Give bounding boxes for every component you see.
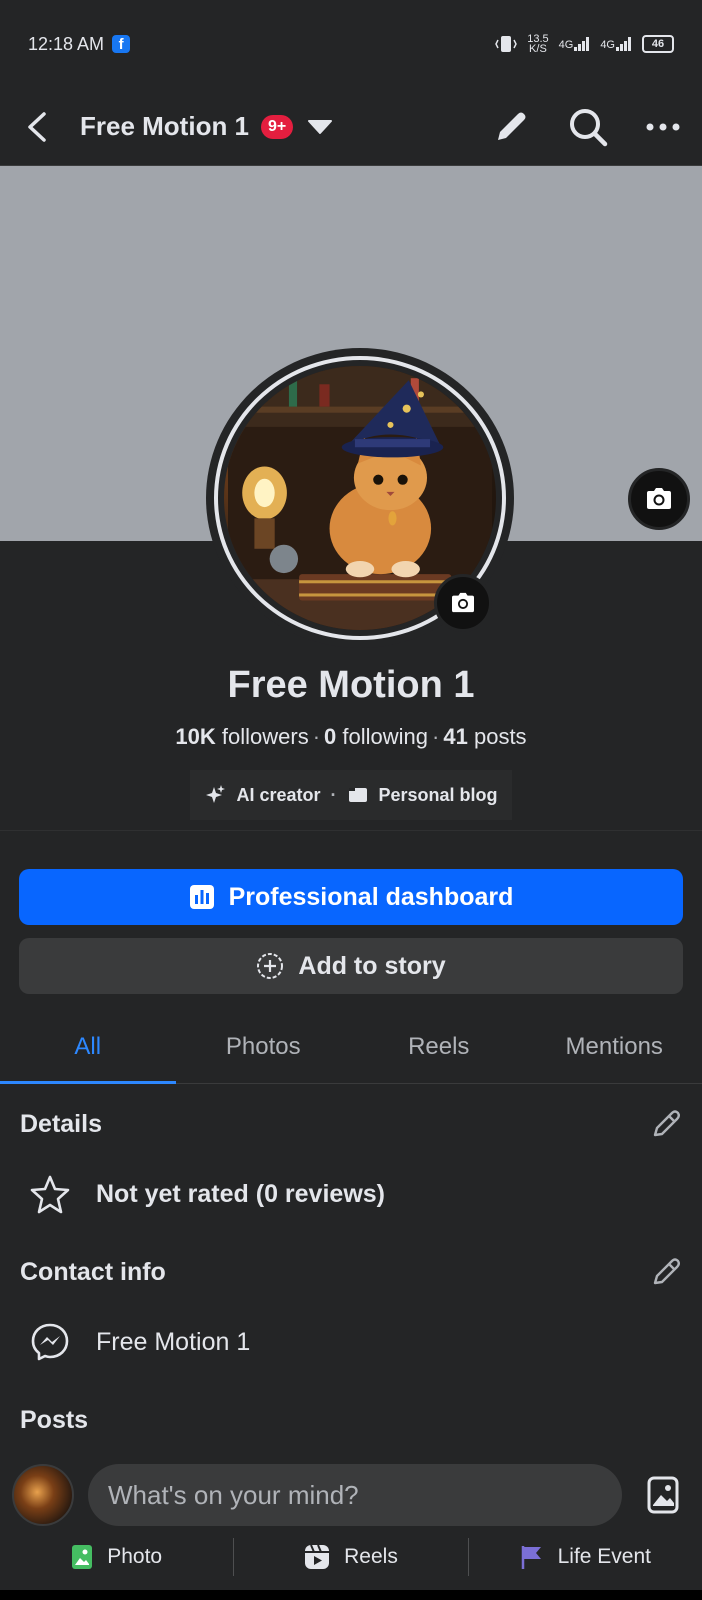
followers-label[interactable]: followers [222,724,309,749]
separator-dot: · [312,724,321,749]
messenger-contact-name: Free Motion 1 [96,1327,251,1356]
top-navigation: Free Motion 1 9+ [0,88,702,166]
posts-count[interactable]: 41 [443,724,467,749]
posts-heading: Posts [20,1406,89,1434]
add-photo-icon[interactable] [646,1475,680,1515]
rating-row[interactable]: Not yet rated (0 reviews) [0,1172,702,1216]
nav-actions [492,107,680,147]
avatar-camera-button[interactable] [434,574,492,632]
posts-label[interactable]: posts [474,724,527,749]
professional-dashboard-label: Professional dashboard [228,882,514,911]
more-options-icon[interactable] [646,122,680,132]
signal-bars-icon [574,37,590,51]
category-personal-blog: Personal blog [378,784,498,805]
photo-action[interactable]: Photo [0,1544,233,1570]
whats-on-your-mind-input[interactable]: What's on your mind? [88,1464,622,1526]
separator-dot: · [432,724,440,749]
reels-action-label: Reels [344,1545,398,1568]
contact-info-heading: Contact info [20,1258,166,1286]
notification-badge: 9+ [261,114,294,139]
search-icon[interactable] [568,107,608,147]
post-action-bar: Photo Reels Life Event [0,1535,702,1579]
network-type-2: 4G [600,39,615,51]
composer-avatar[interactable] [12,1464,74,1526]
sparkle-icon [206,785,226,803]
edit-contact-pencil-icon[interactable] [650,1256,682,1288]
photo-icon [72,1545,93,1569]
system-navigation-bar [0,1590,702,1600]
rating-text: Not yet rated (0 reviews) [96,1179,385,1208]
tab-mentions[interactable]: Mentions [527,1010,702,1083]
dashboard-icon [189,885,214,909]
profile-tabs: All Photos Reels Mentions [0,1010,702,1084]
professional-dashboard-button[interactable]: Professional dashboard [19,869,683,925]
followers-count[interactable]: 10K [175,724,215,749]
add-to-story-button[interactable]: Add to story [19,938,683,994]
chevron-down-icon[interactable] [305,117,335,137]
tab-photos[interactable]: Photos [176,1010,352,1083]
page-title[interactable]: Free Motion 1 [80,111,249,142]
back-arrow-icon[interactable] [22,110,52,144]
post-composer: What's on your mind? [0,1455,702,1535]
battery-icon: 46 [642,35,674,53]
separator-dot: · [330,784,337,805]
category-ai-creator: AI creator [236,784,321,805]
signal-1: 4G [559,37,591,51]
messenger-icon [31,1323,69,1361]
edit-pencil-icon[interactable] [492,108,530,146]
vibrate-icon [495,36,518,52]
cover-camera-button[interactable] [628,468,690,530]
star-icon [30,1175,70,1214]
camera-icon [452,592,474,613]
section-divider [0,830,702,831]
edit-details-pencil-icon[interactable] [650,1108,682,1140]
network-speed: 13.5 K/S [527,33,549,55]
add-circle-icon [257,953,284,979]
signal-2: 4G [600,37,632,51]
life-event-action[interactable]: Life Event [469,1544,702,1570]
messenger-contact-row[interactable]: Free Motion 1 [0,1320,702,1364]
flag-icon [521,1546,541,1569]
status-bar: 12:18 AM f 13.5 K/S 4G 4G 46 [0,0,702,88]
facebook-notification-icon: f [112,35,131,53]
tab-reels[interactable]: Reels [351,1010,527,1083]
details-heading: Details [20,1110,102,1138]
add-to-story-label: Add to story [298,951,446,980]
blog-icon [348,788,367,802]
reels-action[interactable]: Reels [234,1544,467,1570]
signal-bars-icon [616,37,631,51]
profile-name: Free Motion 1 [227,664,475,706]
battery-level: 46 [651,38,665,50]
camera-icon [647,488,671,509]
profile-stats: 10K followers · 0 following · 41 posts [0,724,702,750]
following-label[interactable]: following [342,724,428,749]
life-event-action-label: Life Event [557,1545,652,1568]
reels-icon [305,1544,330,1569]
status-icons: 13.5 K/S 4G 4G 46 [495,33,674,55]
network-type-1: 4G [558,39,574,51]
tab-all[interactable]: All [0,1010,176,1084]
photo-action-label: Photo [107,1545,163,1568]
profile-categories: AI creator · Personal blog [190,770,512,820]
following-count[interactable]: 0 [324,724,336,749]
status-time: 12:18 AM [28,33,105,54]
